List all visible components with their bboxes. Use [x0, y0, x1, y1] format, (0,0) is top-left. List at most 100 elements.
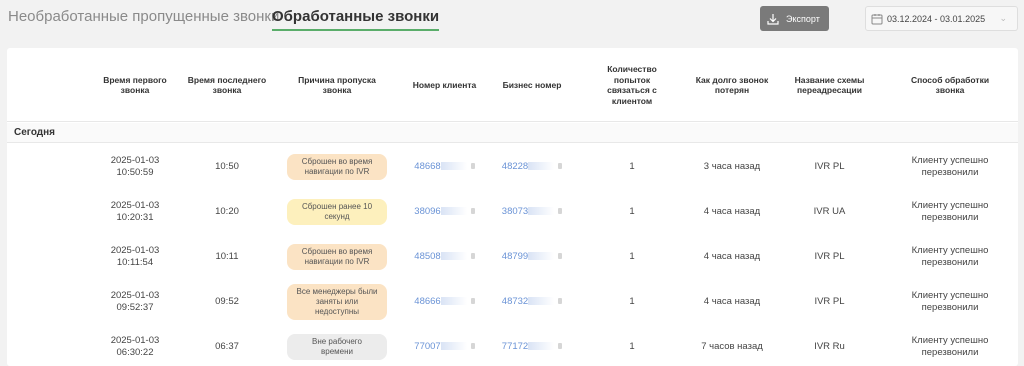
copy-icon[interactable] — [470, 297, 475, 304]
missed-reason-cell: Все менеджеры были заняты или недоступны — [287, 279, 387, 324]
column-header-missed-reason[interactable]: Причина пропуска звонка — [287, 48, 387, 122]
business-number-cell: 38073 — [492, 189, 572, 234]
handling-method: Клиенту успешно перезвонили — [911, 244, 989, 268]
first-call-date: 2025-01-03 — [110, 289, 160, 301]
table-row[interactable]: 2025-01-03 10:20:31 10:20 Сброшен ранее 10 … — [7, 189, 1018, 234]
client-number-link[interactable]: 48508 — [414, 251, 440, 262]
handling-method: Клиенту успешно перезвонили — [911, 199, 989, 223]
business-number-link[interactable]: 48228 — [502, 161, 528, 172]
copy-icon[interactable] — [558, 252, 563, 259]
tab-unprocessed-missed-calls[interactable]: Необработанные пропущенные звонки — [8, 8, 279, 25]
table-row[interactable]: 2025-01-03 09:52:37 09:52 Все менеджеры был… — [7, 279, 1018, 324]
last-call-cell: 10:50 — [187, 144, 267, 189]
attempts-cell: 1 — [592, 189, 672, 234]
routing-scheme: IVR Ru — [814, 340, 845, 352]
first-call-date: 2025-01-03 — [110, 244, 160, 256]
copy-icon[interactable] — [558, 342, 563, 349]
column-header-time-lost[interactable]: Как долго звонок потерян — [687, 48, 777, 122]
client-number-cell: 77007 — [402, 324, 487, 366]
masked-number-fade — [528, 251, 555, 260]
business-number-link[interactable]: 77172 — [502, 341, 528, 352]
first-call-date: 2025-01-03 — [110, 334, 160, 346]
time-lost: 4 часа назад — [703, 295, 761, 307]
column-header-first-call[interactable]: Время первого звонка — [95, 48, 175, 122]
copy-icon[interactable] — [558, 297, 563, 304]
last-call-time: 10:50 — [215, 160, 239, 172]
time-lost: 4 часа назад — [703, 250, 761, 262]
export-button[interactable]: Экспорт — [760, 6, 829, 31]
masked-number-fade — [440, 341, 467, 350]
last-call-time: 09:52 — [215, 295, 239, 307]
first-call-time: 10:20:31 — [116, 211, 154, 223]
export-label: Экспорт — [786, 13, 820, 24]
column-header-business-number[interactable]: Бизнес номер — [492, 48, 572, 122]
first-call-cell: 2025-01-03 10:20:31 — [95, 189, 175, 234]
first-call-time: 10:11:54 — [116, 256, 154, 268]
client-number-link[interactable]: 77007 — [414, 341, 440, 352]
handling-method: Клиенту успешно перезвонили — [911, 154, 989, 178]
column-header-attempts[interactable]: Количество попыток связаться с клиентом — [592, 48, 672, 122]
masked-number-fade — [440, 251, 467, 260]
business-number-cell: 48799 — [492, 234, 572, 279]
client-number-link[interactable]: 48666 — [414, 296, 440, 307]
copy-icon[interactable] — [470, 162, 475, 169]
attempts-count: 1 — [629, 160, 635, 172]
masked-number-fade — [528, 206, 555, 215]
last-call-cell: 10:20 — [187, 189, 267, 234]
client-number-link[interactable]: 48668 — [414, 161, 440, 172]
first-call-date: 2025-01-03 — [110, 154, 160, 166]
time-lost-cell: 7 часов назад — [687, 324, 777, 366]
chevron-down-icon: ⌄ — [999, 13, 1007, 23]
routing-scheme: IVR PL — [814, 295, 845, 307]
last-call-time: 06:37 — [215, 340, 239, 352]
masked-number-fade — [528, 161, 555, 170]
tab-processed-calls[interactable]: Обработанные звонки — [272, 8, 440, 31]
time-lost-cell: 4 часа назад — [687, 234, 777, 279]
table-row[interactable]: 2025-01-03 06:30:22 06:37 Вне рабочего врем… — [7, 324, 1018, 366]
missed-reason-cell: Сброшен во время навигации по IVR — [287, 144, 387, 189]
business-number-link[interactable]: 48799 — [502, 251, 528, 262]
business-number-link[interactable]: 48732 — [502, 296, 528, 307]
missed-reason-badge: Все менеджеры были заняты или недоступны — [287, 283, 387, 320]
routing-scheme-cell: IVR PL — [787, 144, 872, 189]
first-call-cell: 2025-01-03 06:30:22 — [95, 324, 175, 366]
group-label-today: Сегодня — [7, 123, 1018, 143]
table-row[interactable]: 2025-01-03 10:11:54 10:11 Сброшен во время … — [7, 234, 1018, 279]
column-header-routing-scheme[interactable]: Название схемы переадресации — [787, 48, 872, 122]
first-call-cell: 2025-01-03 10:50:59 — [95, 144, 175, 189]
last-call-cell: 06:37 — [187, 324, 267, 366]
copy-icon[interactable] — [470, 252, 475, 259]
routing-scheme: IVR PL — [814, 160, 845, 172]
table-row[interactable]: 2025-01-03 10:50:59 10:50 Сброшен во время … — [7, 144, 1018, 189]
copy-icon[interactable] — [470, 342, 475, 349]
business-number-cell: 48228 — [492, 144, 572, 189]
calendar-icon — [871, 13, 883, 24]
time-lost-cell: 4 часа назад — [687, 279, 777, 324]
business-number-link[interactable]: 38073 — [502, 206, 528, 217]
handling-method: Клиенту успешно перезвонили — [911, 289, 989, 313]
attempts-cell: 1 — [592, 324, 672, 366]
copy-icon[interactable] — [470, 207, 475, 214]
time-lost: 3 часа назад — [703, 160, 761, 172]
time-lost-cell: 4 часа назад — [687, 189, 777, 234]
calls-table: Время первого звонка Время последнего зв… — [7, 48, 1018, 366]
last-call-time: 10:11 — [215, 250, 239, 262]
column-header-last-call[interactable]: Время последнего звонка — [187, 48, 267, 122]
date-range-value: 03.12.2024 - 03.01.2025 — [887, 13, 986, 24]
date-range-picker[interactable]: 03.12.2024 - 03.01.2025 ⌄ — [865, 6, 1018, 31]
copy-icon[interactable] — [558, 207, 563, 214]
masked-number-fade — [440, 296, 467, 305]
column-header-client-number[interactable]: Номер клиента — [402, 48, 487, 122]
column-header-handling-method[interactable]: Способ обработки звонка — [900, 48, 1000, 122]
business-number-cell: 48732 — [492, 279, 572, 324]
first-call-time: 06:30:22 — [116, 346, 154, 358]
routing-scheme-cell: IVR Ru — [787, 324, 872, 366]
table-header: Время первого звонка Время последнего зв… — [7, 48, 1018, 122]
handling-method-cell: Клиенту успешно перезвонили — [900, 279, 1000, 324]
routing-scheme: IVR UA — [813, 205, 846, 217]
copy-icon[interactable] — [558, 162, 563, 169]
client-number-cell: 48666 — [402, 279, 487, 324]
handling-method: Клиенту успешно перезвонили — [911, 334, 989, 358]
first-call-time: 10:50:59 — [116, 166, 154, 178]
client-number-link[interactable]: 38096 — [414, 206, 440, 217]
